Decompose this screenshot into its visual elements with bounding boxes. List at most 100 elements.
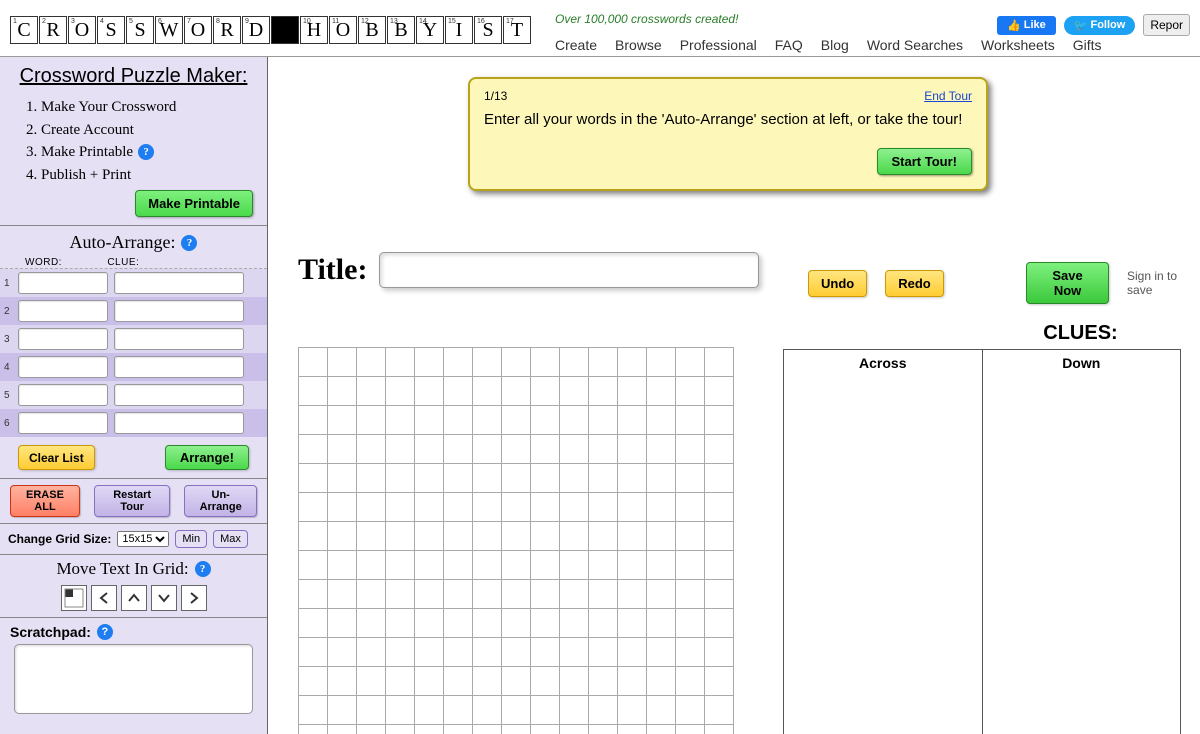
- help-icon[interactable]: ?: [97, 624, 113, 640]
- grid-cell[interactable]: [502, 725, 531, 734]
- grid-cell[interactable]: [560, 638, 589, 667]
- grid-cell[interactable]: [676, 696, 705, 725]
- grid-cell[interactable]: [676, 464, 705, 493]
- grid-cell[interactable]: [618, 464, 647, 493]
- grid-cell[interactable]: [415, 377, 444, 406]
- grid-cell[interactable]: [357, 609, 386, 638]
- grid-cell[interactable]: [328, 580, 357, 609]
- grid-cell[interactable]: [502, 638, 531, 667]
- signin-hint[interactable]: Sign in to save: [1127, 269, 1200, 297]
- grid-cell[interactable]: [589, 348, 618, 377]
- clue-input[interactable]: [114, 272, 244, 294]
- clue-input[interactable]: [114, 328, 244, 350]
- grid-cell[interactable]: [647, 406, 676, 435]
- grid-cell[interactable]: [618, 696, 647, 725]
- grid-cell[interactable]: [299, 522, 328, 551]
- grid-cell[interactable]: [705, 522, 734, 551]
- move-up-left-icon[interactable]: [61, 585, 87, 611]
- grid-cell[interactable]: [618, 551, 647, 580]
- undo-button[interactable]: Undo: [808, 270, 867, 297]
- grid-cell[interactable]: [357, 522, 386, 551]
- grid-cell[interactable]: [589, 551, 618, 580]
- grid-cell[interactable]: [502, 696, 531, 725]
- grid-cell[interactable]: [357, 406, 386, 435]
- grid-cell[interactable]: [705, 725, 734, 734]
- grid-cell[interactable]: [473, 493, 502, 522]
- grid-cell[interactable]: [560, 493, 589, 522]
- grid-cell[interactable]: [502, 493, 531, 522]
- help-icon[interactable]: ?: [195, 561, 211, 577]
- grid-cell[interactable]: [676, 580, 705, 609]
- grid-cell[interactable]: [502, 435, 531, 464]
- nav-link[interactable]: Blog: [821, 37, 849, 53]
- grid-cell[interactable]: [473, 580, 502, 609]
- grid-cell[interactable]: [502, 348, 531, 377]
- grid-cell[interactable]: [560, 464, 589, 493]
- grid-cell[interactable]: [473, 377, 502, 406]
- grid-cell[interactable]: [560, 725, 589, 734]
- grid-cell[interactable]: [444, 522, 473, 551]
- grid-cell[interactable]: [618, 493, 647, 522]
- grid-cell[interactable]: [618, 667, 647, 696]
- grid-cell[interactable]: [647, 435, 676, 464]
- grid-cell[interactable]: [676, 725, 705, 734]
- grid-cell[interactable]: [676, 493, 705, 522]
- grid-cell[interactable]: [647, 493, 676, 522]
- grid-cell[interactable]: [299, 464, 328, 493]
- grid-cell[interactable]: [473, 609, 502, 638]
- grid-cell[interactable]: [647, 551, 676, 580]
- grid-cell[interactable]: [444, 377, 473, 406]
- grid-cell[interactable]: [502, 667, 531, 696]
- clue-input[interactable]: [114, 300, 244, 322]
- grid-cell[interactable]: [299, 435, 328, 464]
- grid-cell[interactable]: [444, 696, 473, 725]
- grid-cell[interactable]: [618, 522, 647, 551]
- grid-cell[interactable]: [444, 464, 473, 493]
- word-input[interactable]: [18, 412, 108, 434]
- grid-cell[interactable]: [647, 609, 676, 638]
- grid-cell[interactable]: [647, 725, 676, 734]
- grid-cell[interactable]: [386, 667, 415, 696]
- grid-cell[interactable]: [328, 406, 357, 435]
- twitter-follow-button[interactable]: 🐦 Follow: [1064, 16, 1136, 35]
- grid-cell[interactable]: [415, 580, 444, 609]
- grid-cell[interactable]: [357, 725, 386, 734]
- grid-cell[interactable]: [328, 551, 357, 580]
- grid-cell[interactable]: [357, 580, 386, 609]
- nav-link[interactable]: Worksheets: [981, 37, 1055, 53]
- grid-cell[interactable]: [444, 609, 473, 638]
- make-printable-button[interactable]: Make Printable: [135, 190, 253, 217]
- grid-cell[interactable]: [531, 377, 560, 406]
- nav-link[interactable]: Word Searches: [867, 37, 963, 53]
- nav-link[interactable]: Create: [555, 37, 597, 53]
- grid-cell[interactable]: [386, 522, 415, 551]
- grid-cell[interactable]: [415, 551, 444, 580]
- grid-cell[interactable]: [444, 551, 473, 580]
- grid-cell[interactable]: [415, 638, 444, 667]
- grid-cell[interactable]: [299, 580, 328, 609]
- grid-cell[interactable]: [415, 493, 444, 522]
- grid-cell[interactable]: [386, 696, 415, 725]
- grid-cell[interactable]: [531, 464, 560, 493]
- grid-cell[interactable]: [502, 609, 531, 638]
- grid-cell[interactable]: [531, 696, 560, 725]
- grid-cell[interactable]: [415, 609, 444, 638]
- grid-cell[interactable]: [444, 580, 473, 609]
- grid-cell[interactable]: [415, 435, 444, 464]
- grid-cell[interactable]: [415, 696, 444, 725]
- grid-cell[interactable]: [328, 464, 357, 493]
- grid-cell[interactable]: [647, 522, 676, 551]
- redo-button[interactable]: Redo: [885, 270, 944, 297]
- word-input[interactable]: [18, 356, 108, 378]
- grid-cell[interactable]: [589, 696, 618, 725]
- title-input[interactable]: [379, 252, 759, 288]
- grid-cell[interactable]: [705, 696, 734, 725]
- grid-cell[interactable]: [618, 725, 647, 734]
- grid-cell[interactable]: [415, 406, 444, 435]
- grid-cell[interactable]: [560, 580, 589, 609]
- grid-cell[interactable]: [705, 551, 734, 580]
- grid-cell[interactable]: [502, 406, 531, 435]
- grid-cell[interactable]: [618, 435, 647, 464]
- grid-cell[interactable]: [415, 725, 444, 734]
- grid-cell[interactable]: [328, 609, 357, 638]
